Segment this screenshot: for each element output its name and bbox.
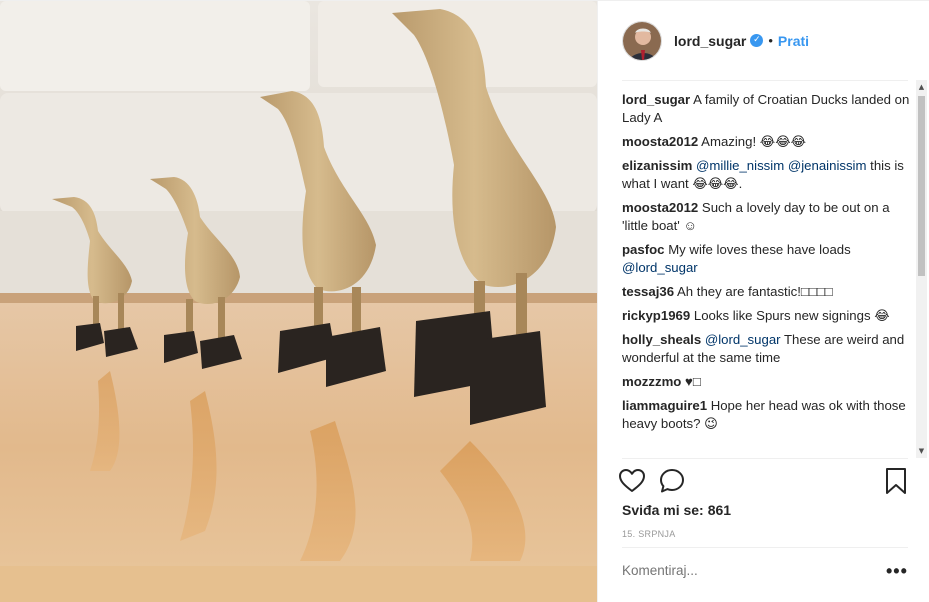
comment-username[interactable]: liammaguire1 (622, 398, 707, 413)
header-divider (622, 80, 908, 81)
comments-divider (622, 458, 908, 459)
comments-scrollbar[interactable]: ▲ ▼ (916, 80, 927, 458)
comment-username[interactable]: moosta2012 (622, 200, 698, 215)
bookmark-icon[interactable] (882, 467, 910, 495)
comment-username[interactable]: mozzzmo (622, 374, 681, 389)
comment-mention[interactable]: @jenainissim (788, 158, 867, 173)
comment-mention[interactable]: @millie_nissim (696, 158, 784, 173)
comment-username[interactable]: elizanissim (622, 158, 692, 173)
heart-icon[interactable] (618, 467, 646, 495)
avatar-image (623, 21, 661, 60)
comment-item: elizanissim @millie_nissim @jenainissim … (622, 157, 912, 193)
likes-number: 861 (707, 502, 732, 518)
comment-username[interactable]: tessaj36 (622, 284, 674, 299)
scrollbar-thumb[interactable] (918, 96, 925, 276)
action-bar (618, 467, 918, 497)
duck-family-image (0, 1, 597, 602)
comment-item: pasfoc My wife loves these have loads @l… (622, 241, 912, 277)
more-options-icon[interactable]: ••• (886, 562, 908, 580)
add-comment-input[interactable] (622, 563, 842, 578)
comment-text: Ah they are fantastic!□□□□ (677, 284, 833, 299)
comment-text: Looks like Spurs new signings 😂 (693, 308, 890, 323)
post-date: 15. SRPNJA (622, 529, 676, 539)
caption: lord_sugar A family of Croatian Ducks la… (622, 91, 912, 127)
comment-mention[interactable]: @lord_sugar (705, 332, 781, 347)
comment-item: holly_sheals @lord_sugar These are weird… (622, 331, 912, 367)
scroll-down-arrow-icon[interactable]: ▼ (916, 444, 927, 458)
post-sidebar: lord_sugar ✓ • Prati lord_sugar A family… (597, 1, 929, 602)
comment-text: My wife loves these have loads (668, 242, 851, 257)
post-photo[interactable] (0, 1, 597, 602)
comment-text: ♥□ (685, 374, 701, 389)
footer-divider (622, 547, 908, 548)
comments-list: lord_sugar A family of Croatian Ducks la… (622, 91, 912, 457)
likes-count[interactable]: Sviđa mi se: 861 (622, 502, 731, 518)
comment-item: rickyp1969 Looks like Spurs new signings… (622, 307, 912, 325)
comment-item: mozzzmo ♥□ (622, 373, 912, 391)
comment-username[interactable]: holly_sheals (622, 332, 701, 347)
header-username[interactable]: lord_sugar (674, 33, 746, 49)
comment-text: Amazing! 😂😂😂 (701, 134, 807, 149)
header-separator: • (768, 33, 773, 48)
likes-label: Sviđa mi se: (622, 502, 704, 518)
comment-bubble-icon[interactable] (658, 467, 686, 495)
comment-username[interactable]: moosta2012 (622, 134, 698, 149)
comment-username[interactable]: rickyp1969 (622, 308, 690, 323)
comment-item: tessaj36 Ah they are fantastic!□□□□ (622, 283, 912, 301)
follow-button[interactable]: Prati (778, 33, 809, 49)
avatar[interactable] (622, 20, 662, 61)
comment-mention[interactable]: @lord_sugar (622, 260, 698, 275)
post-header: lord_sugar ✓ • Prati (598, 1, 929, 80)
instagram-post: lord_sugar ✓ • Prati lord_sugar A family… (0, 0, 929, 602)
comment-username[interactable]: pasfoc (622, 242, 665, 257)
comment-username[interactable]: lord_sugar (622, 92, 690, 107)
comment-item: moosta2012 Such a lovely day to be out o… (622, 199, 912, 235)
comment-item: liammaguire1 Hope her head was ok with t… (622, 397, 912, 433)
scroll-up-arrow-icon[interactable]: ▲ (916, 80, 927, 94)
comment-item: moosta2012 Amazing! 😂😂😂 (622, 133, 912, 151)
verified-badge-icon: ✓ (750, 34, 764, 47)
